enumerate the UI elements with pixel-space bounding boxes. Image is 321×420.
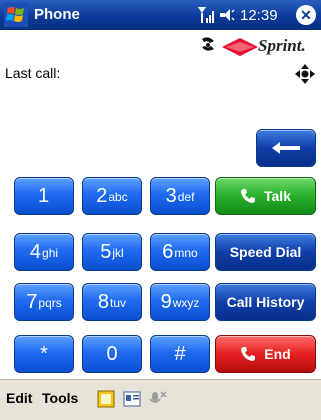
phone-talk-icon: [241, 189, 255, 203]
app-title: Phone: [34, 6, 80, 23]
windows-start-icon[interactable]: [4, 3, 28, 27]
last-call-label: Last call:: [5, 65, 61, 81]
speed-dial-button[interactable]: Speed Dial: [215, 233, 316, 271]
key-5[interactable]: 5 jkl: [82, 233, 142, 271]
sprint-logo: Sprint.: [222, 36, 318, 58]
key-9[interactable]: 9 wxyz: [150, 283, 210, 321]
backspace-button[interactable]: [256, 129, 316, 167]
edit-menu[interactable]: Edit: [6, 390, 32, 406]
speaker-icon[interactable]: [218, 5, 238, 25]
tools-menu[interactable]: Tools: [42, 390, 78, 406]
close-icon: ✕: [300, 7, 312, 23]
key-4[interactable]: 4 ghi: [14, 233, 74, 271]
end-button[interactable]: End: [215, 335, 316, 373]
navigation-pad-icon[interactable]: [294, 63, 316, 85]
close-button[interactable]: ✕: [296, 5, 316, 25]
talk-button[interactable]: Talk: [215, 177, 316, 215]
key-0[interactable]: 0: [82, 335, 142, 373]
call-history-button[interactable]: Call History: [215, 283, 316, 321]
key-2[interactable]: 2 abc: [82, 177, 142, 215]
menu-bar: Edit Tools: [0, 379, 321, 420]
key-8[interactable]: 8 tuv: [82, 283, 142, 321]
phone-end-icon: [241, 347, 256, 361]
status-area: 12:39: [196, 5, 288, 25]
key-star[interactable]: *: [14, 335, 74, 373]
backspace-arrow-icon: [272, 142, 300, 154]
signal-strength-icon[interactable]: [196, 5, 216, 25]
contact-card-icon[interactable]: [122, 389, 142, 409]
clock[interactable]: 12:39: [240, 7, 278, 24]
key-3[interactable]: 3 def: [150, 177, 210, 215]
microphone-muted-icon[interactable]: [148, 389, 168, 409]
sprint-diamond-icon: [222, 38, 258, 56]
key-hash[interactable]: #: [150, 335, 210, 373]
key-6[interactable]: 6 mno: [150, 233, 210, 271]
key-1[interactable]: 1: [14, 177, 74, 215]
key-7[interactable]: 7 pqrs: [14, 283, 74, 321]
brand-name: Sprint.: [258, 36, 306, 55]
note-icon[interactable]: [96, 389, 116, 409]
title-bar: Phone 12:39 ✕: [0, 0, 321, 30]
connection-status-icon: [202, 37, 214, 51]
phone-content: Sprint. Last call: 1 2 abc 3 def Talk 4 ghi…: [0, 30, 321, 379]
